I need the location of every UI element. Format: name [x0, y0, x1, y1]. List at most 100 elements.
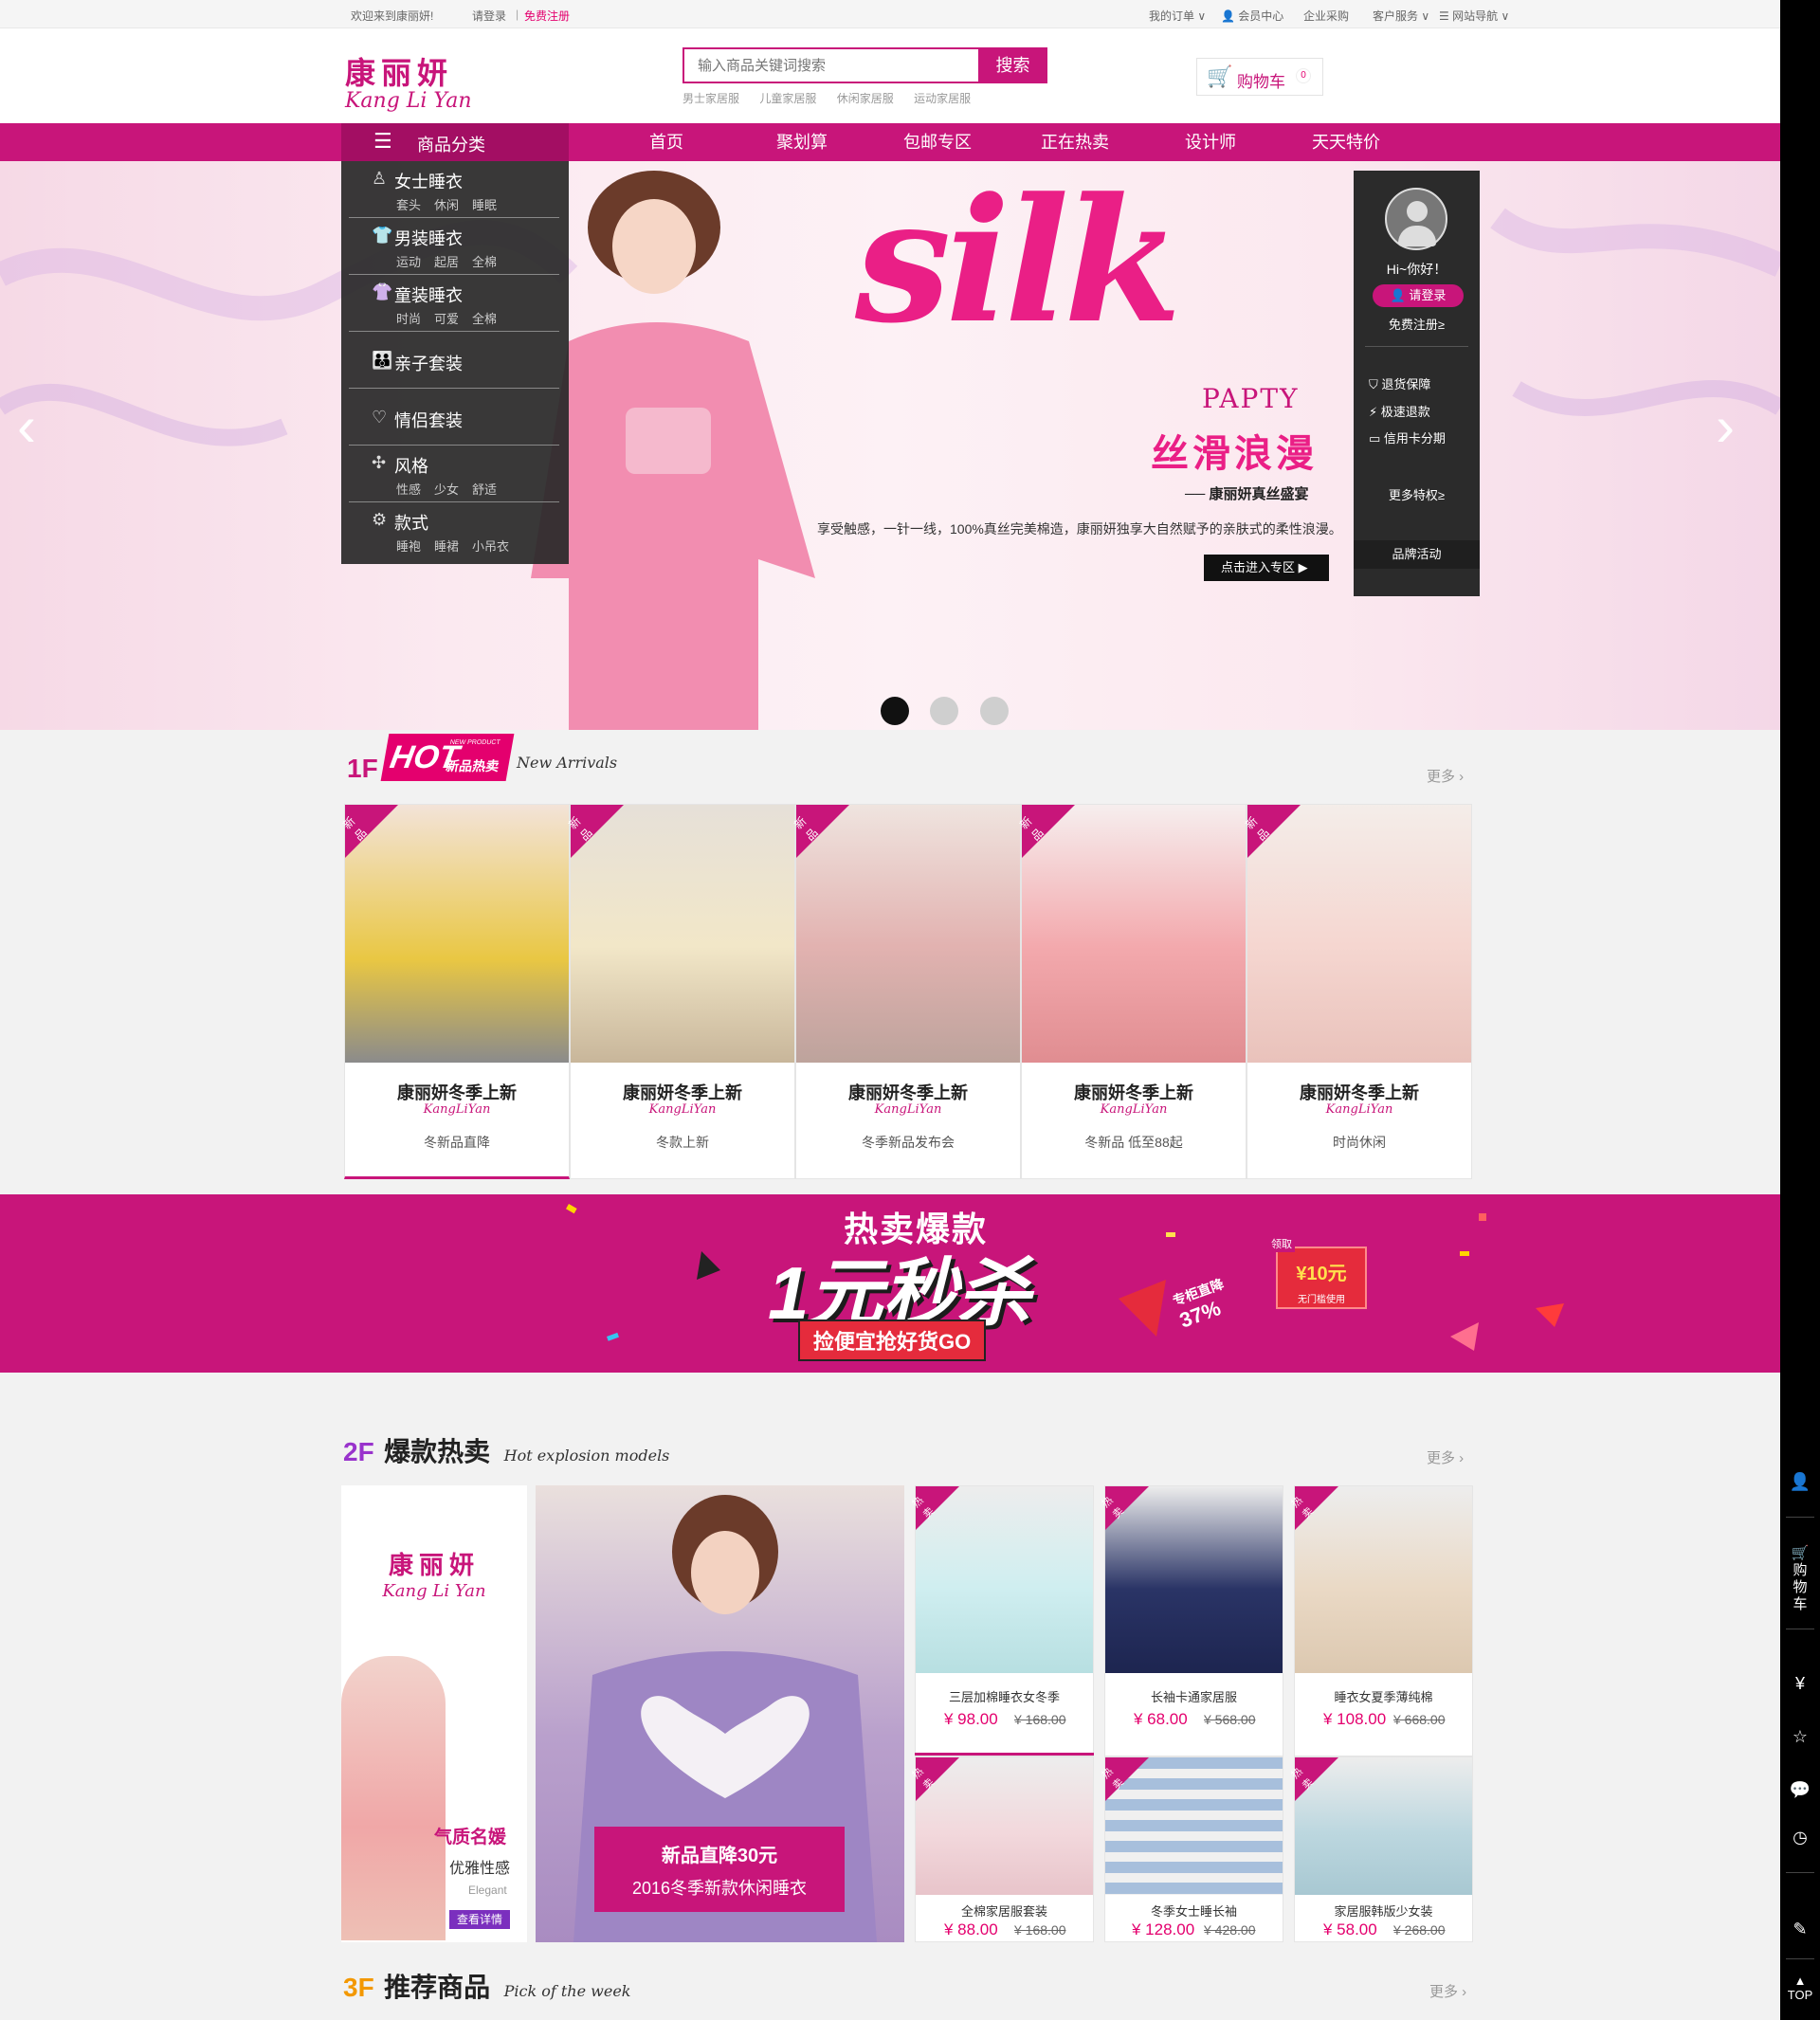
product-card[interactable]: 热卖 睡衣女夏季薄纯棉 ¥ 108.00 ¥ 668.00: [1289, 1485, 1473, 1756]
cart-button[interactable]: 🛒 购物车 0: [1196, 58, 1323, 96]
floor1-more-link[interactable]: 更多 ›: [1427, 766, 1464, 786]
product-card[interactable]: 新品 康丽妍冬季上新 KangLiYan 冬新品 低至88起: [1017, 804, 1247, 1179]
next-arrow-icon[interactable]: ›: [1716, 393, 1735, 459]
logo[interactable]: 康丽妍 Kang Li Yan: [345, 49, 472, 113]
product-card[interactable]: 热卖 长袖卡通家居服 ¥ 68.00 ¥ 568.00: [1100, 1485, 1283, 1756]
register-link[interactable]: 免费注册: [524, 8, 570, 24]
hot-word[interactable]: 儿童家居服: [759, 92, 816, 105]
sidebar-cart-button[interactable]: 🛒 购物车: [1780, 1545, 1820, 1613]
center-ad-caption: 新品直降30元 2016冬季新款休闲睡衣: [594, 1827, 845, 1912]
shirt-icon: 👕: [372, 226, 393, 245]
my-orders-link[interactable]: 我的订单 ∨: [1149, 8, 1206, 24]
welcome-text: 欢迎来到康丽妍!: [351, 9, 434, 23]
register-link[interactable]: 免费注册≥: [1354, 315, 1480, 333]
product-card[interactable]: 热卖 三层加棉睡衣女冬季 ¥ 98.00 ¥ 168.00: [910, 1485, 1094, 1756]
back-to-top-button[interactable]: ▲ TOP: [1780, 1974, 1820, 2002]
history-icon[interactable]: ◷: [1780, 1828, 1820, 1847]
divider: [1786, 1517, 1814, 1518]
search-input[interactable]: [684, 49, 969, 82]
floor3-more-link[interactable]: 更多 ›: [1429, 1981, 1466, 2001]
product-card[interactable]: 热卖 家居服韩版少女装 ¥ 58.00 ¥ 268.00: [1289, 1756, 1473, 1942]
category-item[interactable]: ⚙ 款式 睡袍 睡裙 小吊衣: [349, 502, 559, 559]
benefit-refund[interactable]: ⚡ 极速退款: [1369, 402, 1430, 420]
benefit-returns[interactable]: ⛉ 退货保障: [1369, 374, 1430, 392]
category-item[interactable]: 👪 亲子套装: [349, 332, 559, 389]
product-card[interactable]: 热卖 全棉家居服套装 ¥ 88.00 ¥ 168.00: [910, 1756, 1094, 1942]
arrow-up-icon: ▲: [1793, 1974, 1807, 1988]
edit-icon[interactable]: ✎: [1780, 1920, 1820, 1939]
hot-words: 男士家居服 儿童家居服 休闲家居服 运动家居服: [682, 90, 988, 106]
category-item[interactable]: 👕 男装睡衣 运动 起居 全棉: [349, 218, 559, 275]
promo-banner[interactable]: 热卖爆款 1元秒杀 捡便宜抢好货GO 专柜直降 37% 领取 ¥10元 无门槛使…: [0, 1194, 1780, 1373]
nav-hot-sale[interactable]: 正在热卖: [1023, 123, 1127, 161]
product-old-price: ¥ 168.00: [1014, 1922, 1066, 1938]
hot-tag: 热卖: [1100, 1486, 1149, 1530]
floor3-heading: 3F 推荐商品 Pick of the week: [343, 1973, 631, 2002]
nav-juhuasuan[interactable]: 聚划算: [750, 123, 854, 161]
site-nav-link[interactable]: ☰ 网站导航 ∨: [1439, 8, 1509, 24]
carousel-dot[interactable]: [930, 697, 958, 725]
product-name: 睡衣女夏季薄纯棉: [1334, 1690, 1433, 1704]
chat-icon[interactable]: 💬: [1780, 1780, 1820, 1800]
prev-arrow-icon[interactable]: ‹: [17, 393, 36, 459]
yen-icon[interactable]: ¥: [1780, 1674, 1820, 1694]
carousel-dot[interactable]: [980, 697, 1009, 725]
coupon[interactable]: 领取 ¥10元 无门槛使用: [1268, 1235, 1367, 1309]
member-center-link[interactable]: 👤 会员中心: [1221, 8, 1283, 24]
login-link[interactable]: 请登录: [472, 8, 506, 24]
product-desc: 冬季新品发布会: [862, 1135, 955, 1150]
product-name: 长袖卡通家居服: [1150, 1690, 1237, 1704]
category-item[interactable]: ♙ 女士睡衣 套头 休闲 睡眠: [349, 161, 559, 218]
pinwheel-icon: ✣: [372, 453, 387, 472]
floor2-center-ad[interactable]: 新品直降30元 2016冬季新款休闲睡衣: [536, 1485, 904, 1942]
nav-daily-deals[interactable]: 天天特价: [1294, 123, 1398, 161]
product-card[interactable]: 热卖 冬季女士睡长袖 ¥ 128.00 ¥ 428.00: [1100, 1756, 1283, 1942]
floor2-more-link[interactable]: 更多 ›: [1427, 1447, 1464, 1467]
hero-banner[interactable]: silk PAPTY 丝滑浪漫 ── 康丽妍真丝盛宴 享受触感，一针一线，100…: [0, 161, 1780, 730]
promo-line2: 捡便宜抢好货GO: [798, 1319, 987, 1361]
more-privileges-link[interactable]: 更多特权≥: [1354, 485, 1480, 503]
carousel-dot-active[interactable]: [881, 697, 909, 725]
cart-count: 0: [1296, 68, 1311, 83]
hot-tag: 热卖: [1289, 1757, 1338, 1801]
floor1-number: 1F: [347, 754, 378, 783]
category-item[interactable]: ✣ 风格 性感 少女 舒适: [349, 446, 559, 502]
category-item[interactable]: 👚 童装睡衣 时尚 可爱 全棉: [349, 275, 559, 332]
banner-cta-button[interactable]: 点击进入专区 ▶: [1204, 555, 1329, 581]
hot-word[interactable]: 运动家居服: [914, 92, 971, 105]
avatar[interactable]: [1385, 188, 1447, 250]
hot-tag: 热卖: [1100, 1757, 1149, 1801]
hot-word[interactable]: 男士家居服: [682, 92, 739, 105]
logo-en: Kang Li Yan: [345, 89, 472, 113]
product-price: ¥ 108.00: [1323, 1710, 1387, 1728]
floor2-left-ad[interactable]: 康丽妍 Kang Li Yan 气质名媛 优雅性感 Elegant 查看详情: [341, 1485, 527, 1942]
brand-activity-link[interactable]: 品牌活动: [1354, 540, 1480, 569]
divider: [1365, 346, 1468, 347]
category-toggle[interactable]: ☰ 商品分类: [341, 123, 569, 161]
star-icon[interactable]: ☆: [1780, 1727, 1820, 1747]
login-button[interactable]: 👤 请登录: [1373, 284, 1464, 307]
nav-designer[interactable]: 设计师: [1158, 123, 1263, 161]
product-card[interactable]: 新品 康丽妍冬季上新 KangLiYan 冬款上新: [566, 804, 795, 1179]
user-icon[interactable]: 👤: [1780, 1472, 1820, 1492]
product-old-price: ¥ 568.00: [1204, 1712, 1256, 1727]
product-card[interactable]: 新品 康丽妍冬季上新 KangLiYan 冬新品直降: [340, 804, 570, 1179]
view-details-button[interactable]: 查看详情: [449, 1910, 510, 1929]
benefit-installment[interactable]: ▭ 信用卡分期: [1369, 428, 1446, 446]
floor1-en-title: New Arrivals: [517, 754, 618, 772]
product-title: 康丽妍冬季上新: [623, 1083, 742, 1102]
nav-home[interactable]: 首页: [614, 123, 719, 161]
category-item[interactable]: ♡ 情侣套装: [349, 389, 559, 446]
product-old-price: ¥ 168.00: [1014, 1712, 1066, 1727]
nav-free-shipping[interactable]: 包邮专区: [885, 123, 990, 161]
product-title: 康丽妍冬季上新: [1074, 1083, 1193, 1102]
top-bar: 欢迎来到康丽妍! 请登录 | 免费注册 我的订单 ∨ 👤 会员中心 企业采购 客…: [0, 0, 1780, 28]
enterprise-link[interactable]: 企业采购: [1303, 8, 1349, 24]
hot-word[interactable]: 休闲家居服: [837, 92, 894, 105]
product-card[interactable]: 新品 康丽妍冬季上新 KangLiYan 冬季新品发布会: [792, 804, 1021, 1179]
divider: [1786, 1872, 1814, 1873]
card-icon: ▭: [1369, 431, 1381, 446]
customer-service-link[interactable]: 客户服务 ∨: [1373, 8, 1429, 24]
product-card[interactable]: 新品 康丽妍冬季上新 KangLiYan 时尚休闲: [1243, 804, 1472, 1179]
search-button[interactable]: 搜索: [978, 47, 1047, 83]
